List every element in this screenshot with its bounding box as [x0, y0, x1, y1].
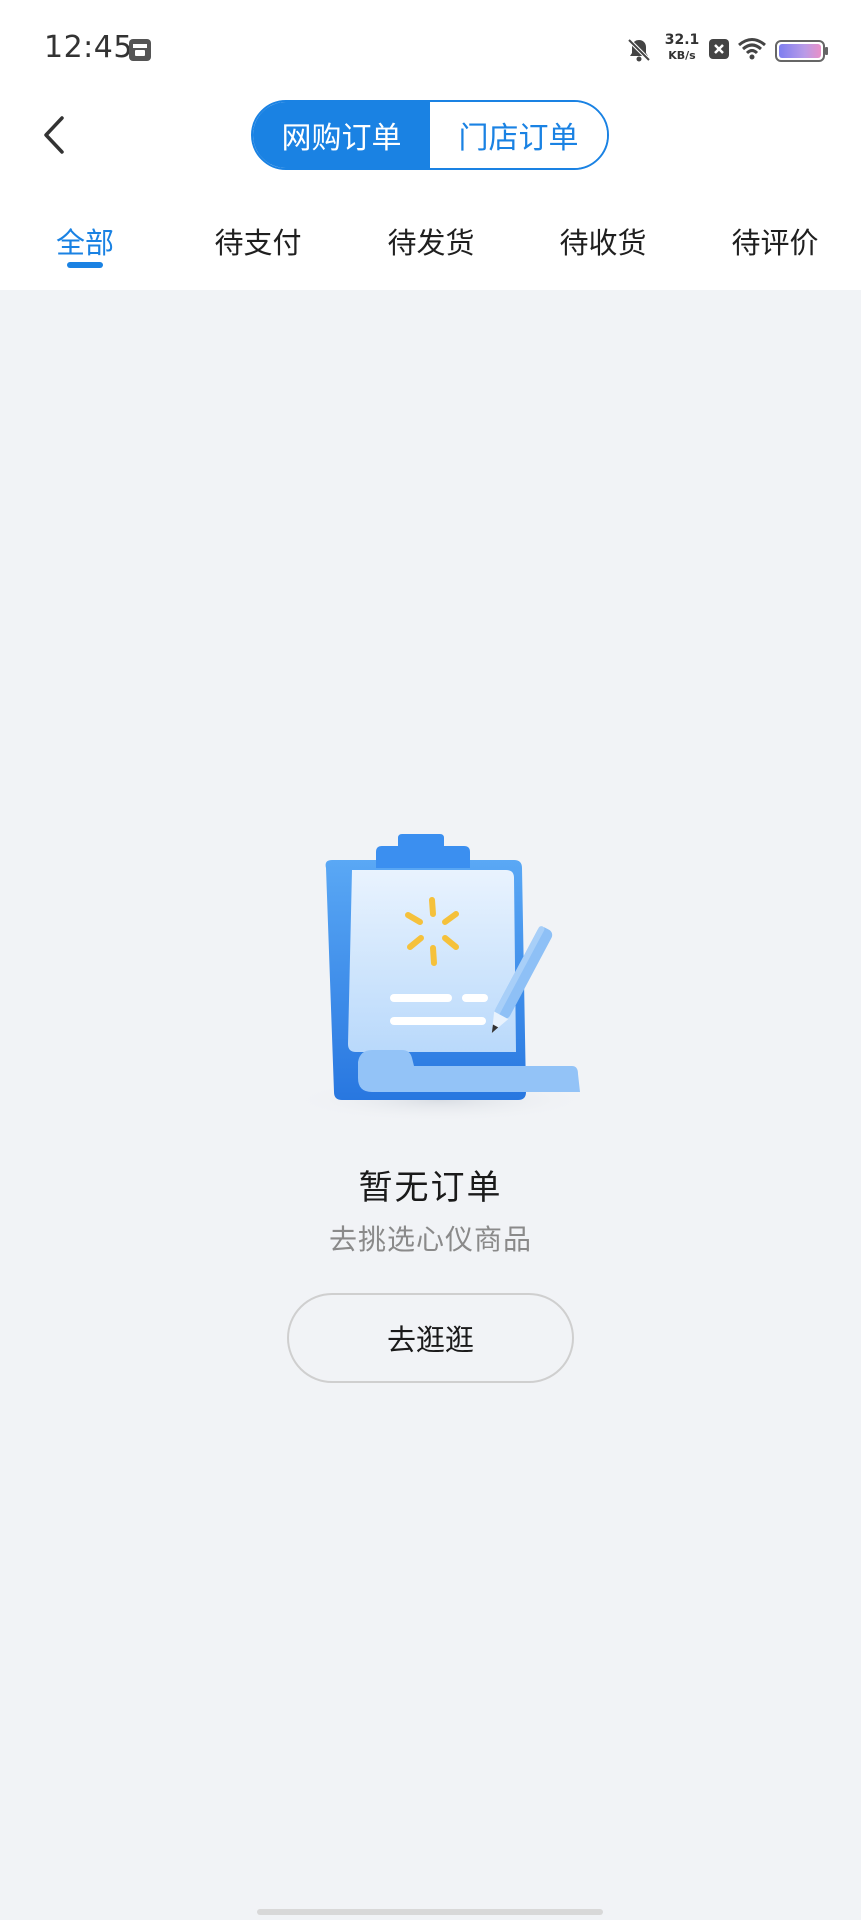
status-bar: 12:45 32.1 KB/s [0, 0, 861, 100]
tab-pending-payment-label: 待支付 [214, 226, 302, 260]
tab-pending-shipment[interactable]: 待发货 [351, 220, 511, 290]
tab-pending-review-label: 待评价 [731, 226, 819, 260]
tab-pending-payment[interactable]: 待支付 [178, 220, 338, 290]
empty-state-subtitle: 去挑选心仪商品 [328, 1223, 532, 1256]
no-sim-icon [709, 39, 729, 59]
empty-orders-clipboard-icon [290, 834, 590, 1122]
tab-active-indicator [67, 262, 103, 268]
tab-pending-receipt[interactable]: 待收货 [523, 220, 683, 290]
tab-pending-shipment-label: 待发货 [387, 226, 475, 260]
app-notification-icon [129, 39, 151, 61]
segment-online-orders[interactable]: 网购订单 [253, 102, 430, 168]
tab-all[interactable]: 全部 [5, 220, 165, 290]
network-speed: 32.1 KB/s [662, 32, 702, 64]
battery-icon [775, 40, 828, 62]
home-indicator[interactable] [257, 1909, 603, 1915]
empty-state-title: 暂无订单 [358, 1168, 503, 1208]
tab-pending-receipt-label: 待收货 [559, 226, 647, 260]
back-arrow-icon[interactable] [34, 110, 74, 160]
wifi-icon [738, 38, 766, 60]
order-status-tabs: 全部 待支付 待发货 待收货 待评价 [0, 220, 861, 290]
tab-pending-review[interactable]: 待评价 [695, 220, 855, 290]
tab-all-label: 全部 [55, 226, 114, 260]
network-speed-value: 32.1 [664, 32, 700, 48]
status-time: 12:45 [44, 30, 133, 65]
network-speed-unit: KB/s [668, 49, 696, 62]
bell-muted-icon [627, 38, 651, 62]
segment-store-orders[interactable]: 门店订单 [430, 102, 607, 168]
go-shopping-button[interactable]: 去逛逛 [287, 1293, 574, 1383]
order-type-switch: 网购订单 门店订单 [251, 100, 609, 170]
header: 网购订单 门店订单 全部 待支付 待发货 待收货 待评价 [0, 100, 861, 290]
